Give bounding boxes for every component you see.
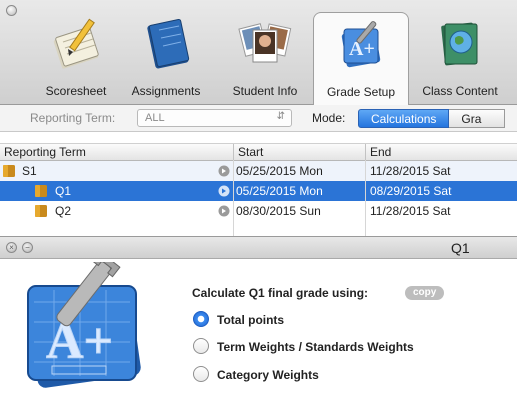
tab-label: Student Info bbox=[232, 84, 298, 98]
filter-bar: Reporting Term: ALL ⇵ Mode: Calculations… bbox=[0, 105, 517, 132]
term-name: Q2 bbox=[55, 204, 72, 218]
mode-label: Mode: bbox=[312, 111, 346, 125]
tab-label: Assignments bbox=[131, 84, 201, 98]
folder-icon bbox=[35, 205, 47, 217]
tab-grade-setup[interactable]: A+ Grade Setup bbox=[313, 12, 409, 105]
table-header: Reporting Term Start End bbox=[0, 143, 517, 161]
class-content-icon bbox=[441, 22, 478, 66]
radio-term-weights[interactable] bbox=[193, 338, 209, 354]
table-row[interactable]: Q1 05/25/2015 Mon 08/29/2015 Sat bbox=[0, 181, 517, 201]
radio-total-points[interactable] bbox=[193, 311, 209, 327]
mode-segmented-control: Calculations Gra bbox=[358, 109, 506, 128]
table-row[interactable]: S1 05/25/2015 Mon 11/28/2015 Sat bbox=[0, 161, 517, 181]
calc-prompt: Calculate Q1 final grade using: bbox=[192, 286, 369, 300]
term-end: 11/28/2015 Sat bbox=[370, 164, 451, 178]
window-button[interactable] bbox=[6, 5, 17, 16]
tab-assignments[interactable]: Assignments bbox=[120, 8, 212, 104]
tab-student-info[interactable]: Student Info bbox=[224, 8, 306, 104]
reporting-term-label: Reporting Term: bbox=[30, 111, 116, 125]
reporting-term-select[interactable]: ALL ⇵ bbox=[137, 109, 292, 127]
radio-category-weights[interactable] bbox=[193, 366, 209, 382]
grade-setup-large-icon: A+ bbox=[27, 262, 141, 388]
mode-calculations-button[interactable]: Calculations bbox=[358, 109, 450, 128]
tab-label: Grade Setup bbox=[326, 85, 396, 99]
folder-icon bbox=[3, 165, 15, 177]
toolbar: Scoresheet Assignments Student Info A+ G… bbox=[0, 0, 517, 105]
column-divider bbox=[233, 160, 234, 236]
column-header-reporting-term[interactable]: Reporting Term bbox=[4, 145, 86, 159]
column-divider bbox=[365, 160, 366, 236]
tab-label: Class Content bbox=[422, 84, 498, 98]
panel-title: Q1 bbox=[451, 240, 470, 256]
arrow-right-icon[interactable] bbox=[218, 185, 230, 197]
term-end: 08/29/2015 Sat bbox=[370, 184, 452, 198]
close-icon[interactable]: × bbox=[6, 242, 17, 253]
reporting-term-value: ALL bbox=[145, 112, 165, 124]
tab-class-content[interactable]: Class Content bbox=[414, 8, 506, 104]
stepper-arrows-icon: ⇵ bbox=[276, 111, 285, 122]
svg-text:A+: A+ bbox=[46, 313, 113, 370]
term-end: 11/28/2015 Sat bbox=[370, 204, 451, 218]
student-info-icon bbox=[238, 23, 292, 63]
table-row[interactable]: Q2 08/30/2015 Sun 11/28/2015 Sat bbox=[0, 201, 517, 221]
column-header-start[interactable]: Start bbox=[238, 145, 263, 159]
tab-label: Scoresheet bbox=[45, 84, 107, 98]
term-name: S1 bbox=[22, 164, 37, 178]
column-header-end[interactable]: End bbox=[370, 145, 391, 159]
copy-button[interactable]: copy bbox=[405, 286, 445, 300]
mode-grading-button[interactable]: Gra bbox=[449, 109, 506, 128]
term-name: Q1 bbox=[55, 184, 72, 198]
radio-label-term-weights[interactable]: Term Weights / Standards Weights bbox=[217, 340, 414, 354]
term-start: 05/25/2015 Mon bbox=[236, 164, 323, 178]
scoresheet-icon bbox=[53, 18, 99, 69]
tab-scoresheet[interactable]: Scoresheet bbox=[36, 8, 116, 104]
folder-icon bbox=[35, 185, 47, 197]
radio-label-category-weights[interactable]: Category Weights bbox=[217, 368, 319, 382]
term-start: 08/30/2015 Sun bbox=[236, 204, 321, 218]
arrow-right-icon[interactable] bbox=[218, 205, 230, 217]
assignments-icon bbox=[147, 19, 190, 69]
arrow-right-icon[interactable] bbox=[218, 165, 230, 177]
grade-setup-icon: A+ bbox=[341, 21, 381, 68]
term-start: 05/25/2015 Mon bbox=[236, 184, 323, 198]
detail-panel-header: × − Q1 bbox=[0, 236, 517, 259]
minimize-icon[interactable]: − bbox=[22, 242, 33, 253]
radio-label-total-points[interactable]: Total points bbox=[217, 313, 284, 327]
